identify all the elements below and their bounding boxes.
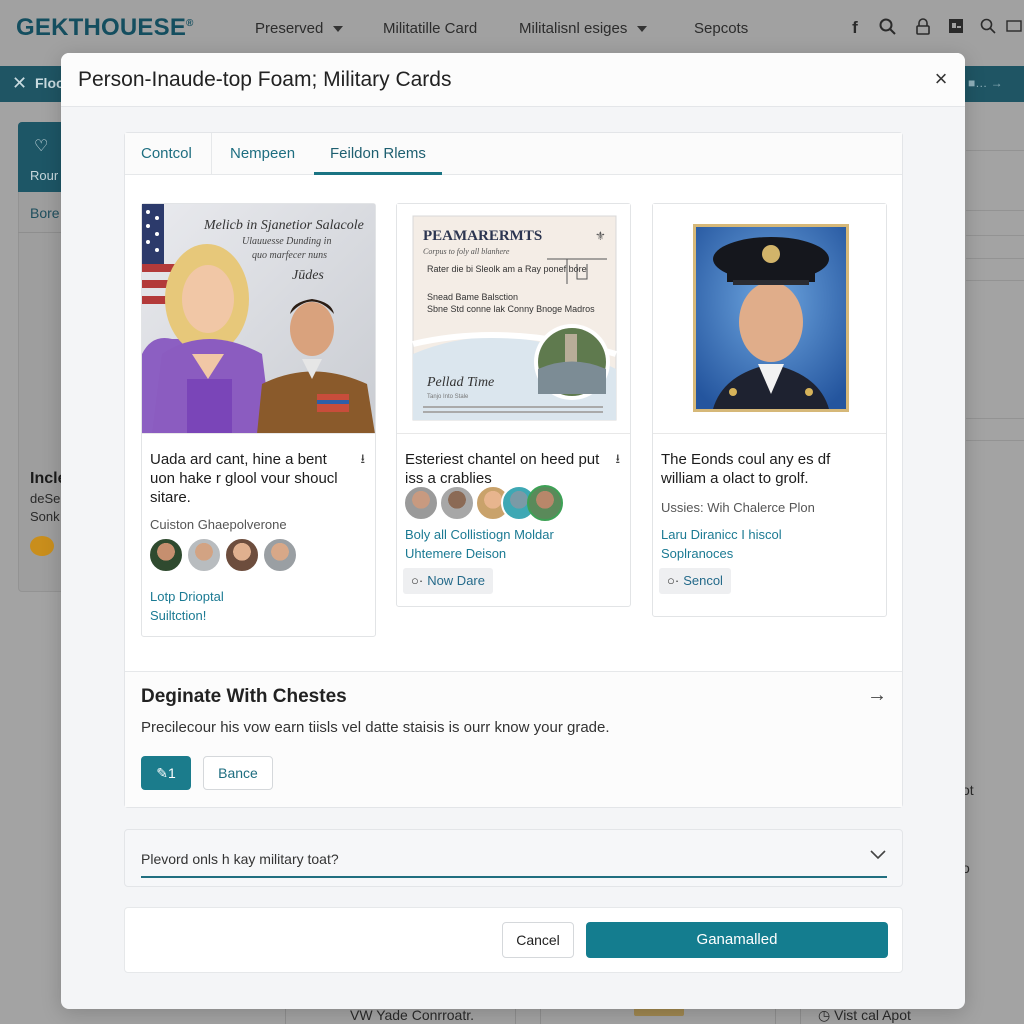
card-subtitle: Cuiston Ghaepolverone — [150, 517, 287, 532]
badge-icon — [30, 536, 54, 556]
caret-down-icon — [333, 26, 344, 33]
card-image-caption: PEAMARERMTS — [423, 228, 542, 244]
svg-text:Snead Bame Balsction: Snead Bame Balsction — [427, 292, 518, 302]
svg-text:⚜: ⚜ — [595, 229, 606, 243]
tab-nempeen[interactable]: Nempeen — [214, 133, 311, 175]
svg-text:Pellad Time: Pellad Time — [426, 375, 494, 390]
footer-item[interactable]: VW Yade Conrroatr. — [350, 1007, 474, 1023]
modal-dialog: Person-Inaude-top Foam; Military Cards ×… — [61, 53, 965, 1009]
section-title: Deginate With Chestes — [141, 686, 347, 707]
site-logo: GEKTHOUESE® — [16, 14, 194, 41]
nav-item-military-card[interactable]: Militatille Card — [383, 20, 477, 37]
heart-icon: ♡ — [34, 138, 49, 155]
svg-text:Sbne Std conne lak Conny Bnoge: Sbne Std conne lak Conny Bnoge Madros — [427, 304, 595, 314]
card-subtitle: Ussies: Wih Chalerce Plon — [661, 500, 815, 515]
close-icon: × — [934, 66, 948, 91]
card-title: The Eonds coul any es df william a olact… — [661, 451, 831, 487]
tab-bar: Contcol Nempeen Feildon Rlems — [125, 133, 902, 175]
modal-title: Person-Inaude-top Foam; Military Cards — [78, 68, 452, 91]
clock-icon: ◷ — [818, 1007, 835, 1023]
content-panel: Contcol Nempeen Feildon Rlems Melicb in … — [124, 132, 903, 808]
clock-icon: ○· — [411, 573, 424, 588]
svg-text:Tanjo Into Stale: Tanjo Into Stale — [427, 394, 469, 400]
card-link[interactable]: Laru Diranicc I hiscol Soplranoces — [661, 525, 811, 563]
close-icon[interactable]: ✕ — [12, 73, 27, 94]
download-icon[interactable]: ⭳ — [360, 450, 365, 472]
nav-item-militalisnl-esiges[interactable]: Militalisnl esiges — [519, 20, 648, 37]
search-icon[interactable] — [978, 18, 998, 39]
arrow-right-icon[interactable]: → — [867, 684, 887, 707]
military-card[interactable]: The Eonds coul any es df william a olact… — [652, 203, 887, 617]
tab-feildon-rlems[interactable]: Feildon Rlems — [314, 133, 442, 175]
svg-text:quo marfecer nuns: quo marfecer nuns — [252, 250, 327, 261]
send-chip[interactable]: ○· Sencol — [659, 568, 731, 594]
clock-icon: ○· — [667, 573, 680, 588]
sidebar-text: Sonk — [30, 509, 60, 524]
facebook-icon[interactable]: f — [845, 18, 865, 38]
background-header: GEKTHOUESE® Preserved Militatille Card M… — [0, 0, 1024, 60]
bance-button[interactable]: Bance — [203, 756, 273, 790]
lock-icon[interactable] — [913, 18, 933, 41]
modal-header: Person-Inaude-top Foam; Military Cards × — [61, 53, 965, 107]
avatar[interactable] — [224, 537, 260, 573]
select-underline — [141, 876, 887, 878]
card-link[interactable]: Boly all Collistiogn Moldar Uhtemere Dei… — [405, 525, 575, 563]
card-image — [653, 204, 886, 434]
military-card[interactable]: Melicb in Sjanetior Salacole Ulauuesse D… — [141, 203, 376, 637]
card-link[interactable]: Lotp Drioptal Suiltction! — [150, 587, 240, 625]
image-icon[interactable] — [946, 18, 966, 39]
tab-contcol[interactable]: Contcol — [125, 133, 212, 175]
avatar[interactable] — [403, 485, 439, 521]
close-button[interactable]: × — [927, 65, 955, 93]
nav-item-preserved[interactable]: Preserved — [255, 20, 344, 37]
notification-action[interactable]: ■… → — [968, 76, 1003, 90]
avatar[interactable] — [186, 537, 222, 573]
card-image: PEAMARERMTS ⚜ Corpus to foly all blanher… — [397, 204, 630, 434]
thumb-icon: ✎ — [156, 765, 168, 781]
designate-section: Deginate With Chestes → Precilecour his … — [125, 671, 902, 807]
svg-text:Corpus to foly all blanhere: Corpus to foly all blanhere — [423, 247, 510, 256]
modal-footer: Cancel Ganamalled — [124, 907, 903, 973]
caret-down-icon — [637, 26, 648, 33]
sidebar-item-label: Rour — [30, 168, 59, 183]
sidebar-text: deSe — [30, 491, 61, 506]
card-image-caption: Melicb in Sjanetior Salacole — [203, 218, 364, 233]
confirm-button[interactable]: Ganamalled — [586, 922, 888, 958]
cancel-button[interactable]: Cancel — [502, 922, 574, 958]
card-title: Uada ard cant, hine a bent uon hake r gl… — [150, 451, 338, 506]
footer-item[interactable]: ◷ Vist cal Apot — [818, 1007, 911, 1024]
svg-text:Ulauuesse Dunding in: Ulauuesse Dunding in — [242, 236, 331, 247]
avatar[interactable] — [262, 537, 298, 573]
card-title: Esteriest chantel on heed put iss a crab… — [405, 451, 600, 487]
section-description: Precilecour his vow earn tiisls vel datt… — [141, 719, 610, 736]
svg-text:Jūdes: Jūdes — [292, 268, 324, 283]
svg-text:Rater die bi Sleolk am a Ray p: Rater die bi Sleolk am a Ray ponef bore — [427, 264, 587, 274]
sidebar-item[interactable]: Bore — [30, 205, 60, 221]
nav-item-sepcots[interactable]: Sepcots — [694, 20, 748, 37]
window-icon[interactable] — [1004, 18, 1024, 38]
avatar[interactable] — [148, 537, 184, 573]
avatar[interactable] — [439, 485, 475, 521]
card-image: Melicb in Sjanetior Salacole Ulauuesse D… — [142, 204, 375, 434]
select-value: Plevord onls h kay military toat? — [141, 851, 339, 867]
vote-button[interactable]: ✎1 — [141, 756, 191, 790]
military-card[interactable]: PEAMARERMTS ⚜ Corpus to foly all blanher… — [396, 203, 631, 607]
now-date-chip[interactable]: ○· Now Dare — [403, 568, 493, 594]
search-icon[interactable] — [878, 18, 898, 41]
avatar[interactable] — [527, 485, 563, 521]
chevron-down-icon — [869, 848, 887, 866]
military-type-select[interactable]: Plevord onls h kay military toat? — [124, 829, 903, 887]
download-icon[interactable]: ⭳ — [615, 450, 620, 472]
